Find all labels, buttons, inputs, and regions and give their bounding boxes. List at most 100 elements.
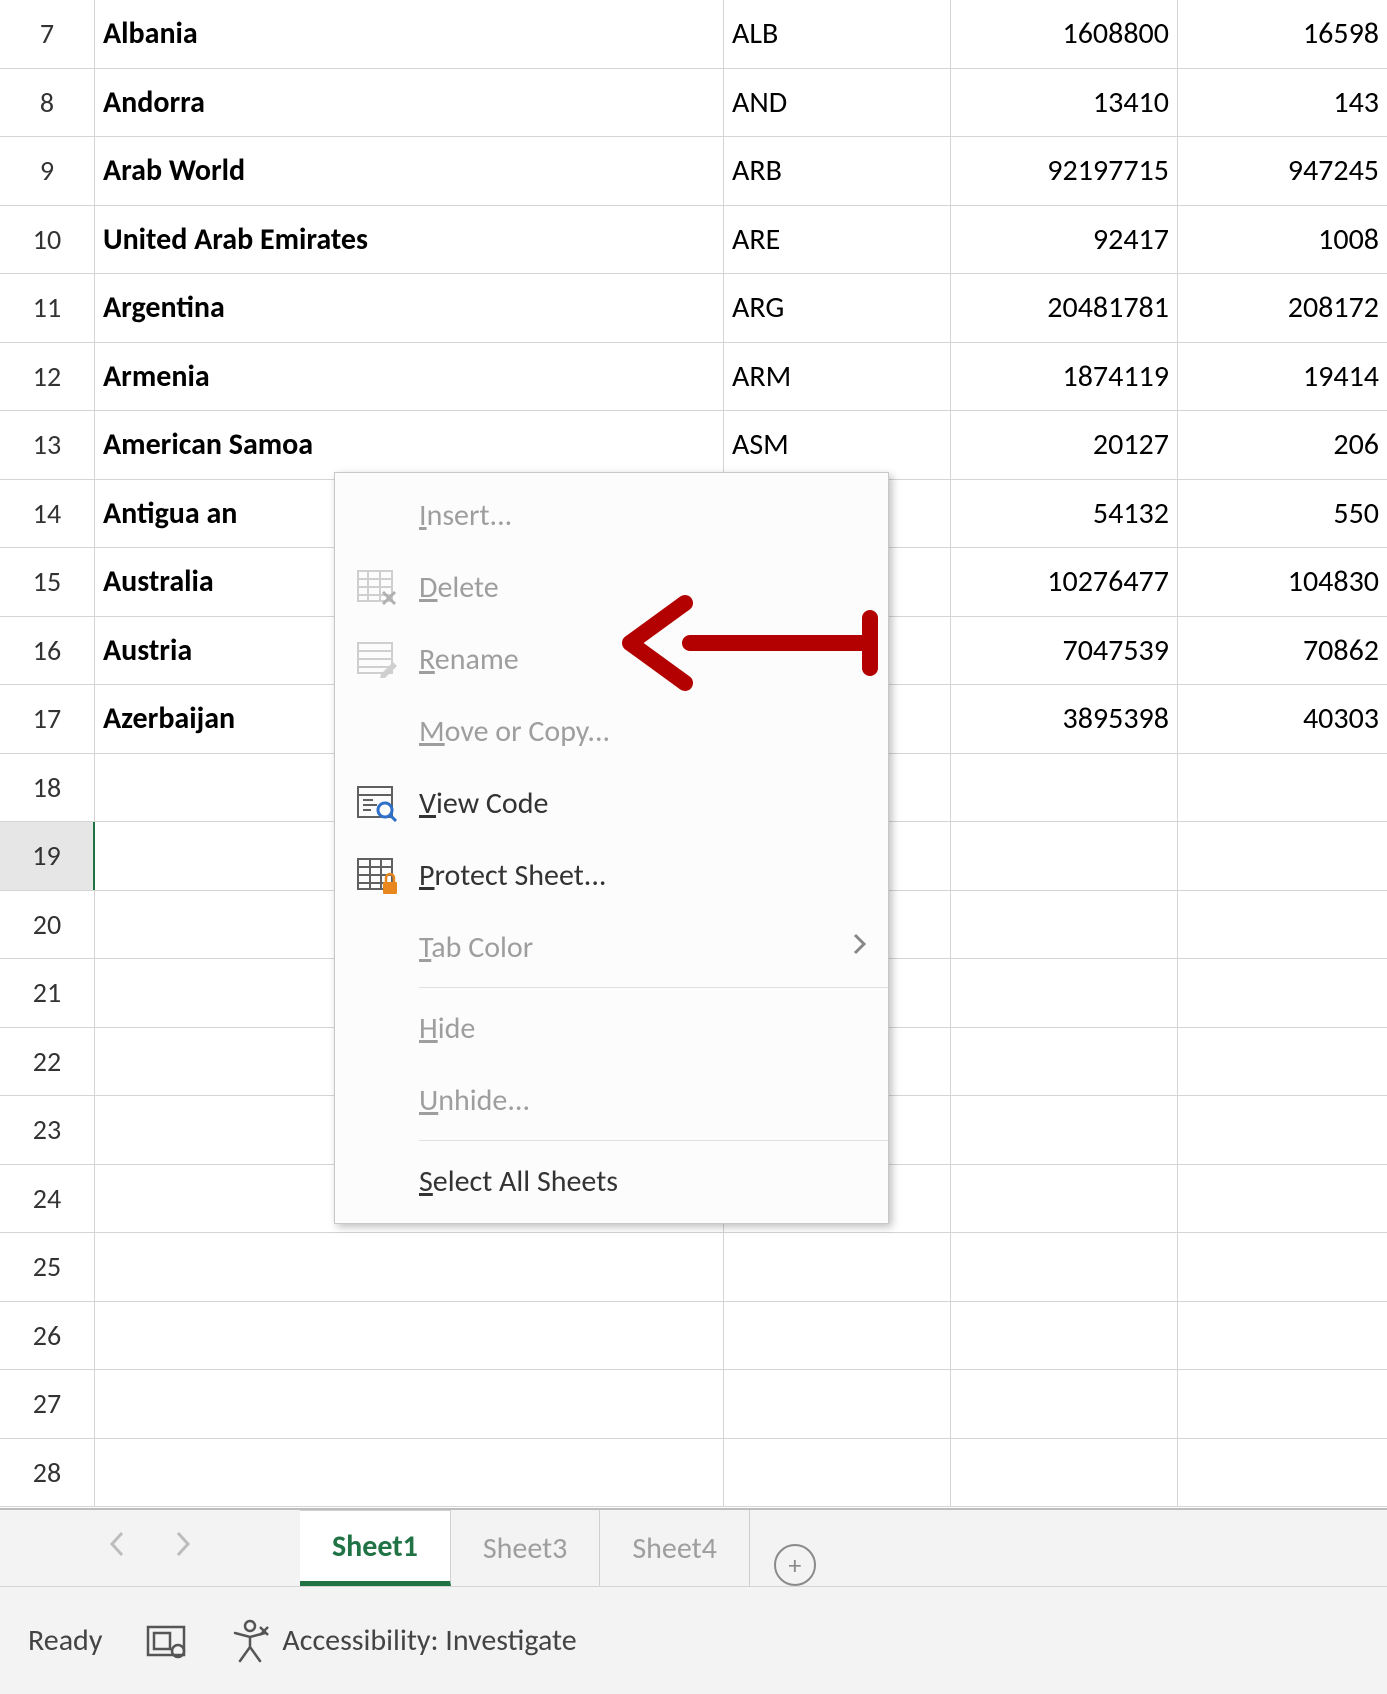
row-header[interactable]: 22 — [0, 1028, 95, 1096]
cell[interactable]: ARM — [724, 343, 951, 411]
row-header[interactable]: 28 — [0, 1439, 95, 1507]
cell[interactable]: ASM — [724, 411, 951, 479]
cell[interactable]: Andorra — [95, 69, 724, 137]
row-header[interactable]: 11 — [0, 274, 95, 342]
row-header[interactable]: 19 — [0, 822, 95, 890]
row-header[interactable]: 14 — [0, 480, 95, 548]
cell[interactable]: 3895398 — [951, 685, 1178, 753]
row-header[interactable]: 23 — [0, 1096, 95, 1164]
menu-rename[interactable]: Rename — [335, 623, 888, 695]
cell[interactable]: 40303 — [1178, 685, 1387, 753]
cell[interactable]: 104830 — [1178, 548, 1387, 616]
cell[interactable] — [1178, 1302, 1387, 1370]
cell[interactable]: 20127 — [951, 411, 1178, 479]
cell[interactable] — [951, 822, 1178, 890]
cell[interactable] — [1178, 822, 1387, 890]
cell[interactable]: 947245 — [1178, 137, 1387, 205]
row-header[interactable]: 8 — [0, 69, 95, 137]
cell[interactable]: 206 — [1178, 411, 1387, 479]
cell[interactable] — [95, 1370, 724, 1438]
cell[interactable] — [724, 1439, 951, 1507]
cell[interactable] — [1178, 1028, 1387, 1096]
cell[interactable] — [1178, 1165, 1387, 1233]
row-header[interactable]: 7 — [0, 0, 95, 68]
menu-tab-color[interactable]: Tab Color — [335, 911, 888, 983]
cell[interactable]: ALB — [724, 0, 951, 68]
cell[interactable] — [95, 1233, 724, 1301]
cell[interactable]: 19414 — [1178, 343, 1387, 411]
menu-protect-sheet[interactable]: Protect Sheet... — [335, 839, 888, 911]
cell[interactable]: 1874119 — [951, 343, 1178, 411]
cell[interactable] — [951, 1096, 1178, 1164]
cell[interactable]: United Arab Emirates — [95, 206, 724, 274]
cell[interactable]: 7047539 — [951, 617, 1178, 685]
cell[interactable]: ARE — [724, 206, 951, 274]
menu-select-all-sheets[interactable]: Select All Sheets — [335, 1145, 888, 1217]
cell[interactable] — [951, 1302, 1178, 1370]
cell[interactable] — [1178, 754, 1387, 822]
cell[interactable]: 1008 — [1178, 206, 1387, 274]
cell[interactable]: ARG — [724, 274, 951, 342]
menu-move-copy[interactable]: Move or Copy... — [335, 695, 888, 767]
row-header[interactable]: 25 — [0, 1233, 95, 1301]
cell[interactable] — [951, 1028, 1178, 1096]
cell[interactable] — [951, 1370, 1178, 1438]
row-header[interactable]: 27 — [0, 1370, 95, 1438]
menu-view-code[interactable]: View Code — [335, 767, 888, 839]
row-header[interactable]: 26 — [0, 1302, 95, 1370]
cell[interactable]: Argentina — [95, 274, 724, 342]
cell[interactable] — [1178, 1439, 1387, 1507]
cell[interactable] — [951, 1233, 1178, 1301]
cell[interactable]: Albania — [95, 0, 724, 68]
cell[interactable]: ARB — [724, 137, 951, 205]
menu-insert[interactable]: Insert... — [335, 479, 888, 551]
cell[interactable]: 13410 — [951, 69, 1178, 137]
row-header[interactable]: 16 — [0, 617, 95, 685]
row-header[interactable]: 12 — [0, 343, 95, 411]
row-header[interactable]: 20 — [0, 891, 95, 959]
cell[interactable]: 550 — [1178, 480, 1387, 548]
accessibility-status[interactable]: Accessibility: Investigate — [230, 1619, 576, 1663]
sheet-tab-sheet1[interactable]: Sheet1 — [300, 1510, 451, 1586]
new-sheet-button[interactable]: + — [774, 1544, 816, 1586]
row-header[interactable]: 24 — [0, 1165, 95, 1233]
cell[interactable] — [1178, 1370, 1387, 1438]
cell[interactable]: 20481781 — [951, 274, 1178, 342]
row-header[interactable]: 9 — [0, 137, 95, 205]
cell[interactable] — [95, 1302, 724, 1370]
tab-nav-prev-icon[interactable] — [108, 1530, 126, 1566]
cell[interactable]: 10276477 — [951, 548, 1178, 616]
cell[interactable]: Arab World — [95, 137, 724, 205]
cell[interactable] — [951, 959, 1178, 1027]
cell[interactable]: 92417 — [951, 206, 1178, 274]
cell[interactable] — [95, 1439, 724, 1507]
cell[interactable] — [724, 1233, 951, 1301]
menu-unhide[interactable]: Unhide... — [335, 1064, 888, 1136]
cell[interactable] — [1178, 891, 1387, 959]
cell[interactable] — [951, 891, 1178, 959]
cell[interactable] — [951, 1165, 1178, 1233]
cell[interactable] — [724, 1302, 951, 1370]
cell[interactable] — [1178, 959, 1387, 1027]
menu-delete[interactable]: Delete — [335, 551, 888, 623]
row-header[interactable]: 18 — [0, 754, 95, 822]
macro-recorder-icon[interactable] — [144, 1621, 188, 1661]
row-header[interactable]: 15 — [0, 548, 95, 616]
cell[interactable]: 70862 — [1178, 617, 1387, 685]
cell[interactable] — [1178, 1233, 1387, 1301]
sheet-tab-sheet3[interactable]: Sheet3 — [451, 1510, 601, 1586]
cell[interactable] — [951, 1439, 1178, 1507]
tab-nav-next-icon[interactable] — [174, 1530, 192, 1566]
row-header[interactable]: 17 — [0, 685, 95, 753]
row-header[interactable]: 13 — [0, 411, 95, 479]
row-header[interactable]: 21 — [0, 959, 95, 1027]
cell[interactable] — [951, 754, 1178, 822]
cell[interactable]: 54132 — [951, 480, 1178, 548]
cell[interactable]: 16598 — [1178, 0, 1387, 68]
cell[interactable]: American Samoa — [95, 411, 724, 479]
row-header[interactable]: 10 — [0, 206, 95, 274]
cell[interactable]: Armenia — [95, 343, 724, 411]
cell[interactable]: 208172 — [1178, 274, 1387, 342]
cell[interactable]: AND — [724, 69, 951, 137]
cell[interactable] — [1178, 1096, 1387, 1164]
